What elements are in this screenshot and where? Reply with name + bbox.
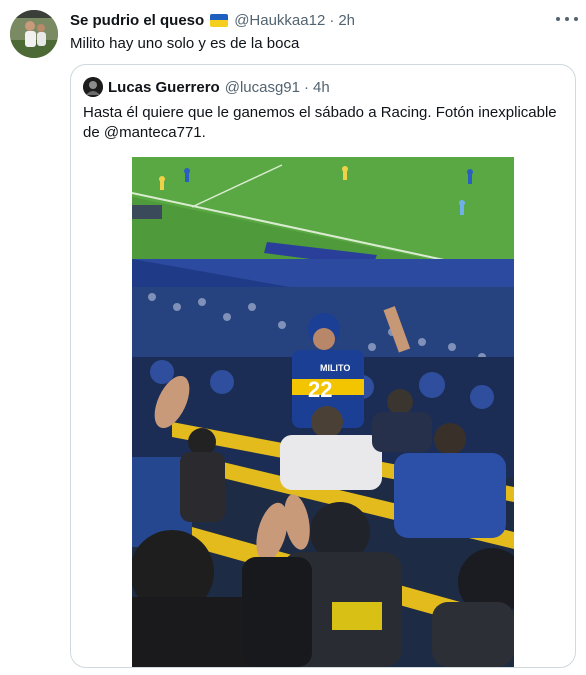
tweet-timestamp[interactable]: 2h: [338, 12, 355, 29]
stadium-photo[interactable]: MILITO 22: [132, 157, 514, 667]
quoted-text-line-1: Hasta él quiere que le ganemos el sábado…: [83, 104, 557, 121]
tweet-header: Se pudrio el queso @Haukkaa12 · 2h: [70, 10, 355, 30]
stadium-photo-image: MILITO 22: [132, 157, 514, 667]
quoted-text-line-2-suffix: .: [201, 124, 206, 141]
more-options-icon[interactable]: [556, 12, 578, 26]
quoted-author-handle: @lucasg91: [224, 78, 300, 96]
tweet[interactable]: Se pudrio el queso @Haukkaa12 · 2h Milit…: [0, 0, 586, 675]
jersey-name-text: MILITO: [320, 363, 350, 373]
ukraine-flag-icon: [210, 13, 229, 27]
author-display-name[interactable]: Se pudrio el queso: [70, 12, 204, 29]
profile-photo-avatar-icon: [10, 10, 58, 58]
tweet-text: Milito hay uno solo y es de la boca: [70, 35, 300, 52]
jersey-number-text: 22: [308, 377, 332, 402]
quoted-tweet-text: Hasta él quiere que le ganemos el sábado…: [83, 103, 563, 143]
separator-dot: ·: [329, 11, 335, 29]
author-avatar[interactable]: [10, 10, 58, 58]
quoted-text-line-2-prefix: de: [83, 124, 104, 141]
separator-dot: ·: [304, 78, 309, 96]
quoted-tweet-timestamp: 4h: [313, 78, 330, 96]
quoted-tweet-header: Lucas Guerrero @lucasg91 · 4h: [83, 77, 330, 97]
profile-photo-avatar-icon: [83, 77, 103, 97]
quoted-author-display-name: Lucas Guerrero: [108, 78, 220, 96]
mention-link[interactable]: @manteca771: [104, 124, 202, 141]
quoted-author-avatar: [83, 77, 103, 97]
author-handle[interactable]: @Haukkaa12: [234, 12, 325, 29]
quoted-tweet-card[interactable]: Lucas Guerrero @lucasg91 · 4h Hasta él q…: [70, 64, 576, 668]
